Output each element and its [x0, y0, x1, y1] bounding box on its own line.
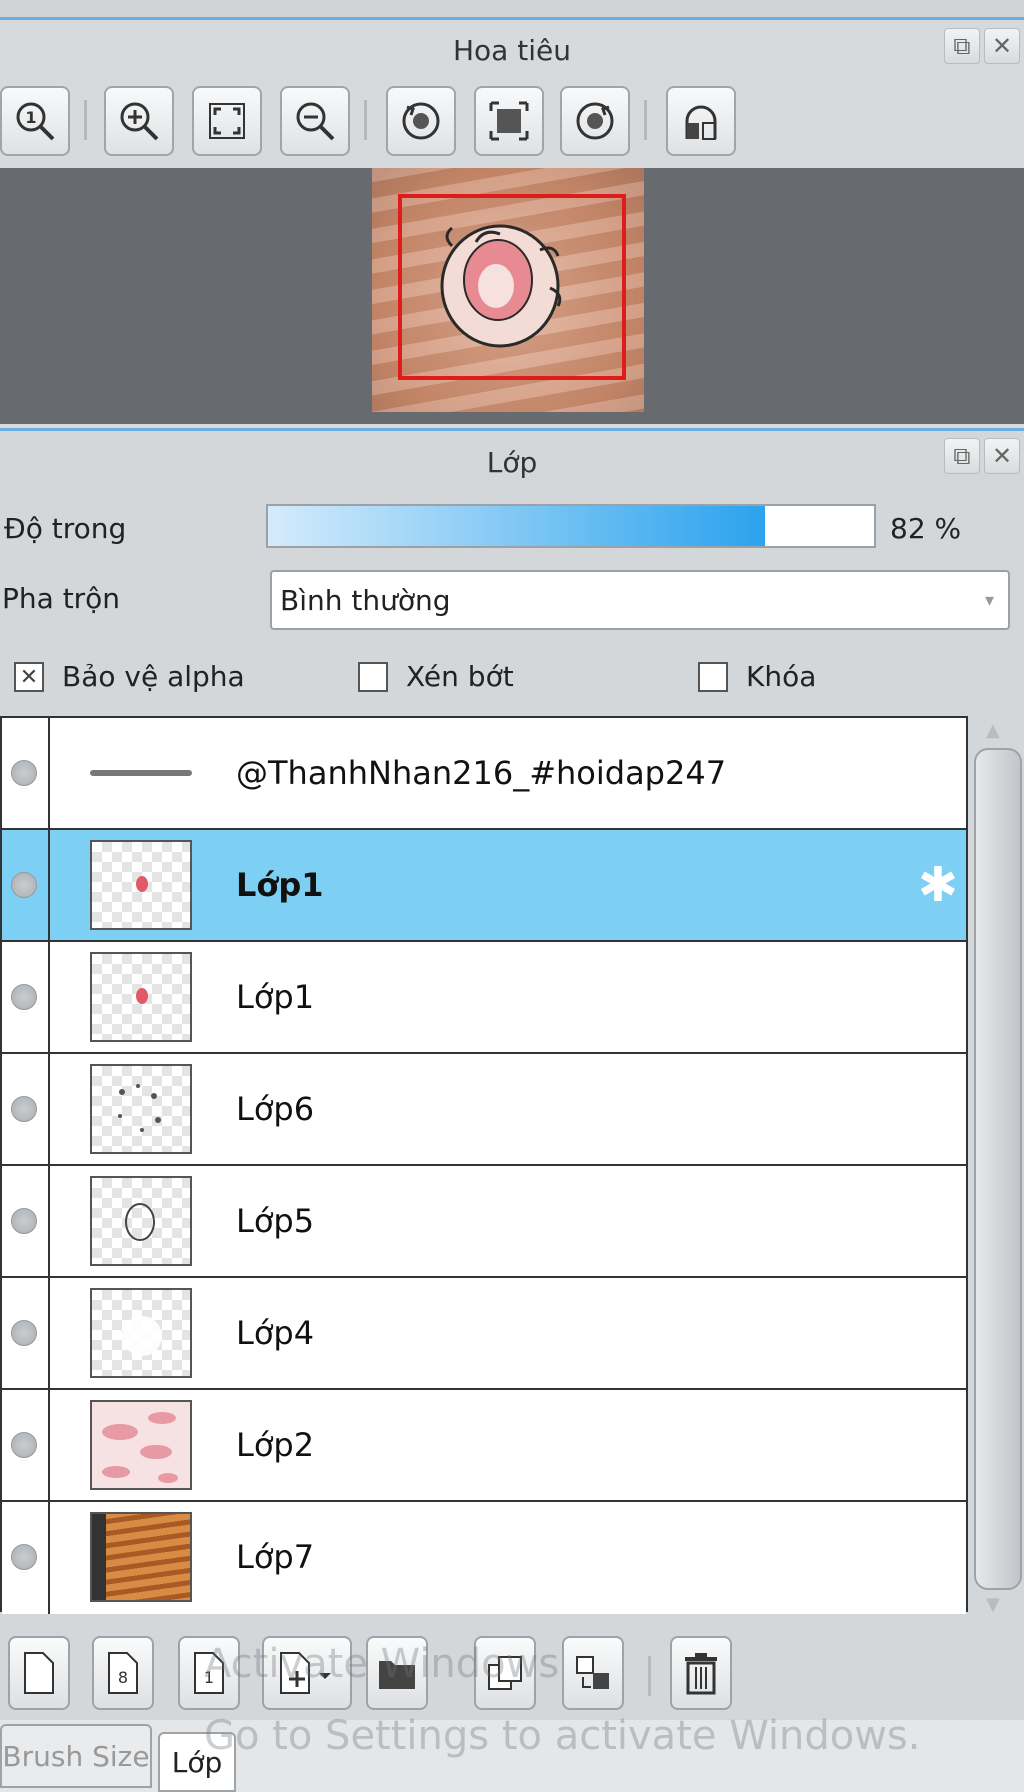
layers-panel-title: Lớp [486, 446, 538, 479]
layer-thumbnail [90, 1288, 192, 1378]
view-frame[interactable] [398, 194, 626, 380]
gear-icon[interactable]: ✱ [918, 860, 958, 910]
layer-name: @ThanhNhan216_#hoidap247 [236, 754, 727, 792]
panel-divider [0, 0, 1024, 20]
flip-horizontal-icon[interactable] [666, 86, 736, 156]
lock-label: Khóa [746, 660, 817, 693]
visibility-toggle-icon[interactable] [11, 1544, 37, 1570]
layer-name: Lớp1 [236, 866, 324, 904]
layer-row[interactable]: Lớp2 [2, 1390, 966, 1502]
toolbar-separator [644, 100, 647, 140]
layer-name: Lớp6 [236, 1090, 315, 1128]
layer-thumbnail [90, 1512, 192, 1602]
svg-text:8: 8 [118, 1668, 128, 1687]
undock-icon[interactable]: ⧉ [944, 438, 980, 474]
visibility-column [2, 1390, 50, 1500]
layer-row[interactable]: Lớp5 [2, 1166, 966, 1278]
scroll-down-icon[interactable]: ▼ [986, 1594, 1000, 1615]
fit-screen-icon[interactable] [192, 86, 262, 156]
opacity-slider[interactable] [266, 504, 876, 548]
blend-mode-select[interactable]: Bình thường ▾ [270, 570, 1010, 630]
activation-watermark: Activate Windows Go to Settings to activ… [204, 1628, 920, 1772]
layer-thumbnail [90, 1400, 192, 1490]
clip-label: Xén bớt [406, 660, 514, 693]
scrollbar-thumb[interactable] [974, 748, 1022, 1590]
zoom-out-icon[interactable] [280, 86, 350, 156]
rotate-right-icon[interactable] [560, 86, 630, 156]
close-icon[interactable]: ✕ [984, 438, 1020, 474]
layer-thumbnail [90, 840, 192, 930]
protect-alpha-checkbox[interactable]: ✕ [14, 662, 44, 692]
layer-name: Lớp7 [236, 1538, 315, 1576]
visibility-column [2, 1054, 50, 1164]
visibility-column [2, 1166, 50, 1276]
layer-row-selected[interactable]: Lớp1 ✱ [2, 830, 966, 942]
layer-list[interactable]: @ThanhNhan216_#hoidap247 Lớp1 ✱ Lớp1 Lớp… [0, 716, 968, 1614]
layer-name: Lớp1 [236, 978, 315, 1016]
opacity-value: 82 % [890, 512, 962, 545]
visibility-column [2, 830, 50, 940]
watermark-line-2: Go to Settings to activate Windows. [204, 1713, 921, 1759]
opacity-slider-fill [268, 506, 765, 546]
layer-row[interactable]: Lớp6 [2, 1054, 966, 1166]
visibility-toggle-icon[interactable] [11, 1096, 37, 1122]
tab-brush-size[interactable]: Brush Size [0, 1724, 152, 1788]
layer-name: Lớp4 [236, 1314, 315, 1352]
visibility-toggle-icon[interactable] [11, 760, 37, 786]
tab-label: Brush Size [2, 1739, 150, 1773]
layer-row[interactable]: Lớp4 [2, 1278, 966, 1390]
chevron-down-icon: ▾ [984, 590, 994, 611]
close-icon[interactable]: ✕ [984, 28, 1020, 64]
layer-name: Lớp2 [236, 1426, 315, 1464]
visibility-toggle-icon[interactable] [11, 1320, 37, 1346]
navigator-title: Hoa tiêu [453, 34, 571, 67]
undock-icon[interactable]: ⧉ [944, 28, 980, 64]
visibility-column [2, 1502, 50, 1614]
layer-thumbnail [90, 952, 192, 1042]
watermark-line-1: Activate Windows [204, 1641, 560, 1687]
new-8bit-layer-icon[interactable]: 8 [92, 1636, 154, 1710]
new-layer-icon[interactable] [8, 1636, 70, 1710]
opacity-label: Độ trong [4, 512, 127, 545]
text-layer-icon [90, 770, 192, 776]
reset-view-icon[interactable] [474, 86, 544, 156]
visibility-column [2, 1278, 50, 1388]
layer-thumbnail [90, 1176, 192, 1266]
visibility-toggle-icon[interactable] [11, 1432, 37, 1458]
zoom-actual-icon[interactable]: 1 [0, 86, 70, 156]
toolbar-separator [84, 100, 87, 140]
toolbar-separator [364, 100, 367, 140]
blend-mode-label: Pha trộn [2, 582, 121, 615]
layer-thumbnail [90, 1064, 192, 1154]
layer-row[interactable]: Lớp1 [2, 942, 966, 1054]
clip-checkbox[interactable] [358, 662, 388, 692]
layer-row[interactable]: Lớp7 [2, 1502, 966, 1614]
layer-row[interactable]: @ThanhNhan216_#hoidap247 [2, 718, 966, 830]
blend-mode-value: Bình thường [280, 583, 451, 617]
layer-name: Lớp5 [236, 1202, 315, 1240]
visibility-column [2, 942, 50, 1052]
zoom-in-icon[interactable] [104, 86, 174, 156]
visibility-toggle-icon[interactable] [11, 872, 37, 898]
protect-alpha-label: Bảo vệ alpha [62, 660, 245, 693]
visibility-column [2, 718, 50, 828]
visibility-toggle-icon[interactable] [11, 1208, 37, 1234]
visibility-toggle-icon[interactable] [11, 984, 37, 1010]
rotate-left-icon[interactable] [386, 86, 456, 156]
scroll-up-icon[interactable]: ▲ [986, 720, 1000, 741]
svg-text:1: 1 [25, 108, 36, 127]
lock-checkbox[interactable] [698, 662, 728, 692]
